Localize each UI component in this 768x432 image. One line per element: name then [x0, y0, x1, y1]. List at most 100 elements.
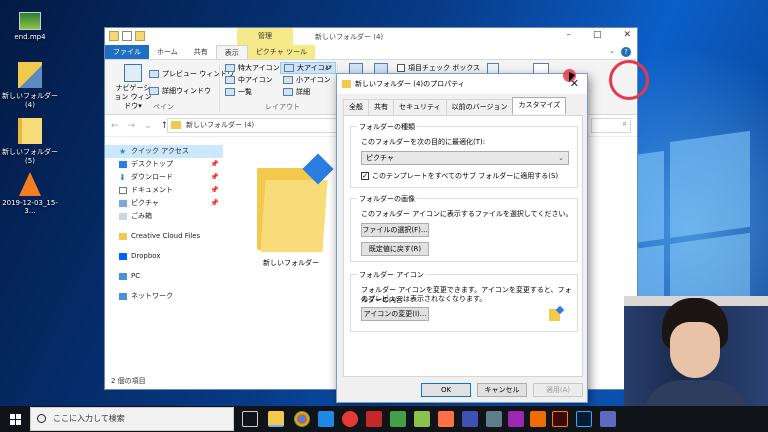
optimize-for-select[interactable]: ピクチャ ⌄ [361, 151, 569, 165]
folder-item-label[interactable]: 新しいフォルダー [263, 258, 319, 268]
app-indigo-icon[interactable] [462, 411, 478, 427]
optimize-label: このフォルダーを次の目的に最適化(T): [361, 138, 486, 146]
details-view-button[interactable]: 詳細 [283, 87, 310, 97]
nav-network[interactable]: ネットワーク [105, 290, 223, 303]
medium-icons-button[interactable]: 中アイコン [225, 75, 273, 85]
nav-documents[interactable]: ドキュメント 📌 [105, 184, 223, 197]
recent-locations-icon[interactable]: ⌄ [144, 121, 152, 131]
navigation-arrows: ← → ⌄ ↑ [111, 121, 168, 131]
desktop-icon-end-mp4[interactable]: end.mp4 [0, 12, 62, 41]
properties-icon[interactable] [122, 31, 132, 41]
change-icon-button[interactable]: アイコンの変更(I)... [361, 307, 429, 321]
star-icon: ★ [119, 147, 127, 156]
nav-desktop[interactable]: デスクトップ 📌 [105, 158, 223, 171]
task-view-icon[interactable] [242, 411, 258, 427]
minimize-icon[interactable]: – [566, 30, 571, 40]
recycle-bin-icon [119, 213, 127, 220]
back-arrow-icon[interactable]: ← [111, 121, 119, 131]
preview-pane-icon [149, 70, 159, 78]
mouse-cursor-icon [569, 72, 575, 82]
help-icon[interactable]: ? [621, 47, 631, 57]
nav-dropbox[interactable]: Dropbox [105, 250, 223, 263]
desktop-icon-folder-5[interactable]: 新しいフォルダー (5) [0, 118, 62, 165]
folder-item-new-folder[interactable] [257, 153, 334, 253]
preview-pane-button[interactable]: プレビュー ウィンドウ [149, 69, 234, 79]
tab-share[interactable]: 共有 [186, 45, 216, 59]
list-view-button[interactable]: 一覧 [225, 87, 252, 97]
folder-icon-preview [549, 305, 565, 321]
tab-sharing[interactable]: 共有 [368, 99, 394, 116]
navigation-pane-button[interactable]: ナビゲーション ウィンドウ▾ [113, 64, 153, 111]
network-icon [119, 293, 127, 300]
tab-home[interactable]: ホーム [149, 45, 186, 59]
taskbar-search-input[interactable]: ここに入力して検索 [30, 407, 234, 431]
small-icons-button[interactable]: 小アイコン [283, 75, 331, 85]
tab-previous-versions[interactable]: 以前のバージョン [445, 99, 514, 116]
new-folder-icon[interactable] [135, 31, 145, 41]
app-amber-icon[interactable] [530, 411, 546, 427]
extra-large-icons-button[interactable]: 特大アイコン [225, 63, 280, 73]
folder-type-legend: フォルダーの種類 [357, 122, 417, 132]
nav-creative-cloud-files[interactable]: Creative Cloud Files [105, 230, 223, 243]
list-icon [225, 88, 235, 96]
app-red-icon[interactable] [342, 411, 358, 427]
maximize-icon[interactable]: □ [593, 30, 602, 40]
desktop-icon-vlc-video[interactable]: 2019-12-03_15-3... [0, 172, 62, 215]
desktop-icon-folder-4[interactable]: 新しいフォルダー (4) [0, 62, 62, 109]
item-checkboxes-toggle[interactable]: 項目チェック ボックス [397, 63, 480, 73]
cancel-button[interactable]: キャンセル [477, 383, 527, 397]
search-box[interactable]: ⌕ [591, 118, 631, 133]
customize-panel: フォルダーの種類 このフォルダーを次の目的に最適化(T): ピクチャ ⌄ ✓ こ… [343, 115, 583, 377]
tab-customize[interactable]: カスタマイズ [512, 97, 567, 114]
folder-icon [171, 121, 181, 129]
pin-icon[interactable]: 📌 [210, 184, 219, 197]
apply-to-subfolders-checkbox[interactable]: ✓ このテンプレートをすべてのサブ フォルダーに適用する(S) [361, 171, 558, 181]
manage-context-tab[interactable]: 管理 [237, 28, 293, 45]
checkbox-icon [397, 64, 405, 72]
folder-type-group: フォルダーの種類 このフォルダーを次の目的に最適化(T): ピクチャ ⌄ ✓ こ… [350, 122, 578, 188]
tab-security[interactable]: セキュリティ [393, 99, 447, 116]
windows-start-icon [10, 414, 15, 419]
tab-picture-tools[interactable]: ピクチャ ツール [247, 45, 315, 59]
photoshop-icon[interactable] [576, 411, 592, 427]
pin-icon[interactable]: 📌 [210, 158, 219, 171]
forward-arrow-icon[interactable]: → [128, 121, 136, 131]
chevron-down-icon[interactable]: ⌄ [609, 47, 615, 57]
apply-button[interactable]: 適用(A) [533, 383, 583, 397]
details-pane-button[interactable]: 詳細ウィンドウ [149, 86, 211, 96]
choose-file-button[interactable]: ファイルの選択(F)... [361, 223, 429, 237]
folder-front [260, 180, 328, 252]
tab-general[interactable]: 全般 [343, 99, 369, 116]
pin-icon[interactable]: 📌 [210, 197, 219, 210]
pin-icon[interactable]: 📌 [210, 171, 219, 184]
nav-pc[interactable]: PC [105, 270, 223, 283]
illustrator-icon[interactable] [552, 411, 568, 427]
close-icon[interactable]: ✕ [623, 30, 631, 40]
nav-recycle-bin[interactable]: ごみ箱 [105, 210, 223, 223]
tab-view[interactable]: 表示 [215, 45, 248, 59]
app-green-icon[interactable] [414, 411, 430, 427]
start-button[interactable] [0, 406, 30, 432]
tab-file[interactable]: ファイル [105, 45, 149, 59]
app-darkred-icon[interactable] [366, 411, 382, 427]
nav-downloads[interactable]: ⬇ ダウンロード 📌 [105, 171, 223, 184]
nav-quick-access[interactable]: ★ クイック アクセス [105, 145, 223, 158]
dialog-tabs: 全般 共有 セキュリティ 以前のバージョン カスタマイズ [343, 97, 567, 116]
camtasia-icon[interactable] [390, 411, 406, 427]
app-purple-icon[interactable] [508, 411, 524, 427]
restore-default-button[interactable]: 既定値に戻す(R) [361, 242, 429, 256]
app-blue-icon[interactable] [318, 411, 334, 427]
details-pane-icon [149, 87, 159, 95]
app-orange-icon[interactable] [438, 411, 454, 427]
address-bar[interactable]: 新しいフォルダー (4) [167, 118, 337, 133]
folder-icon[interactable] [109, 31, 119, 41]
extra-large-icons-icon [225, 64, 235, 72]
chrome-icon[interactable] [294, 411, 310, 427]
layout-scroll-arrows[interactable]: ▴▾ [325, 63, 332, 71]
nav-pictures[interactable]: ピクチャ 📌 [105, 197, 223, 210]
app-periwinkle-icon[interactable] [600, 411, 616, 427]
file-explorer-taskbar-icon[interactable] [268, 411, 284, 427]
ok-button[interactable]: OK [421, 383, 471, 397]
title-bar: 管理 新しいフォルダー (4) – □ ✕ [105, 28, 637, 45]
app-gray-icon[interactable] [486, 411, 502, 427]
